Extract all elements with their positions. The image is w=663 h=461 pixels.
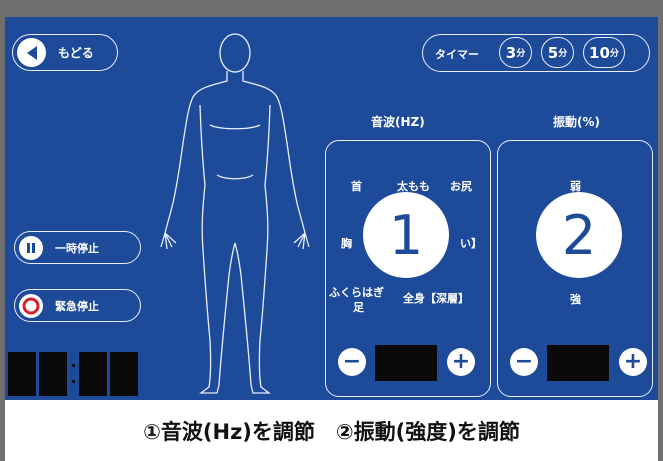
- pause-icon: [19, 235, 43, 260]
- option-buttocks[interactable]: お尻: [450, 178, 472, 194]
- marker-2: 2: [536, 192, 622, 278]
- vibration-plus-button[interactable]: +: [619, 348, 647, 376]
- caption: ①音波(Hz)を調節 ②振動(強度)を調節: [5, 400, 658, 461]
- vibration-title: 振動(%): [553, 115, 600, 129]
- timer-3min-button[interactable]: 3分: [499, 37, 532, 68]
- sound-wave-title: 音波(HZ): [371, 115, 425, 129]
- timer-5min-button[interactable]: 5分: [541, 37, 574, 68]
- time-digit-1: [8, 352, 36, 396]
- emergency-stop-icon: [19, 293, 43, 318]
- sound-minus-button[interactable]: −: [338, 348, 366, 376]
- timer-group: タイマー 3分 5分 10 分: [422, 34, 650, 72]
- time-digit-2: [39, 352, 67, 396]
- sound-plus-button[interactable]: +: [447, 348, 475, 376]
- time-digit-4: [110, 352, 138, 396]
- option-other[interactable]: い】: [460, 235, 482, 251]
- pause-button[interactable]: 一時停止: [14, 231, 141, 264]
- option-chest[interactable]: 胸: [341, 235, 352, 251]
- pause-label: 一時停止: [55, 241, 99, 255]
- back-arrow-icon: [17, 38, 46, 67]
- time-colon: [72, 352, 76, 396]
- time-digit-3: [79, 352, 107, 396]
- option-foot[interactable]: 足: [353, 299, 364, 315]
- timer-label: タイマー: [435, 48, 479, 61]
- emergency-stop-label: 緊急停止: [55, 299, 99, 313]
- control-panel: もどる タイマー 3分 5分 10 分 音波(HZ) 振動(%) 首 太もも お…: [5, 17, 658, 400]
- vibration-strong-label[interactable]: 強: [570, 291, 581, 307]
- option-neck[interactable]: 首: [351, 178, 362, 194]
- back-button-label: もどる: [58, 46, 94, 60]
- timer-10min-button[interactable]: 10 分: [583, 37, 625, 68]
- option-calf[interactable]: ふくらはぎ: [329, 284, 384, 300]
- sound-value-display: [375, 345, 437, 381]
- body-outline-figure: [160, 33, 310, 394]
- option-whole-body-deep[interactable]: 全身【深層】: [403, 290, 469, 306]
- marker-1: 1: [363, 192, 449, 278]
- vibration-value-display: [547, 345, 609, 381]
- back-button[interactable]: もどる: [12, 34, 118, 71]
- vibration-minus-button[interactable]: −: [510, 348, 538, 376]
- emergency-stop-button[interactable]: 緊急停止: [14, 289, 141, 322]
